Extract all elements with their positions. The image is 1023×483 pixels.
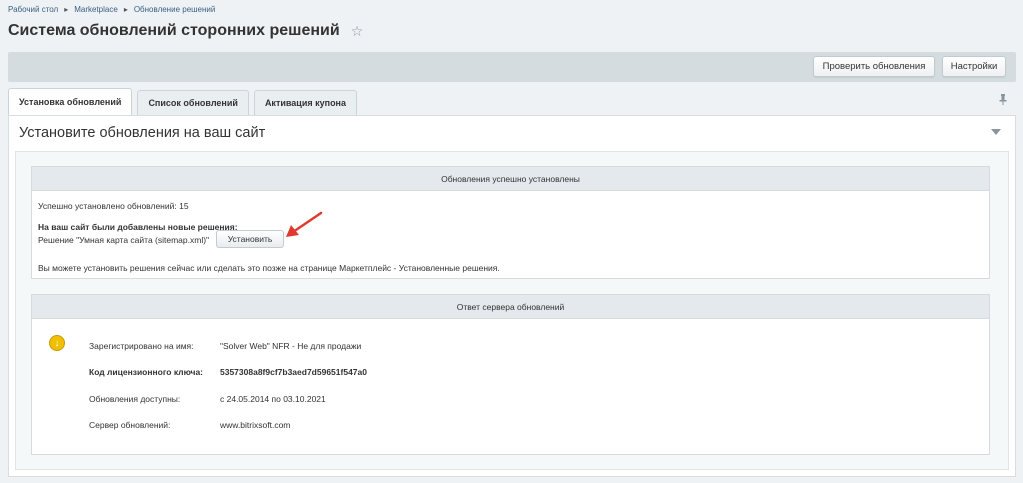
server-row-label: Зарегистрировано на имя: xyxy=(89,341,194,351)
updates-available-value: с 24.05.2014 по 03.10.2021 xyxy=(220,394,326,404)
panel-title: Установите обновления на ваш сайт xyxy=(19,125,266,141)
breadcrumb-separator-icon: ▸ xyxy=(64,5,69,14)
tab-updates-list[interactable]: Список обновлений xyxy=(137,90,249,115)
settings-button[interactable]: Настройки xyxy=(942,56,1006,77)
panel-content: Обновления успешно установлены Успешно у… xyxy=(15,151,1009,470)
tab-coupon-activation[interactable]: Активация купона xyxy=(253,90,358,115)
check-updates-button[interactable]: Проверить обновления xyxy=(813,56,935,77)
install-solution-button[interactable]: Установить xyxy=(216,230,284,248)
page-title: Система обновлений сторонних решений xyxy=(8,22,340,39)
solution-text: Решение "Умная карта сайта (sitemap.xml)… xyxy=(38,235,210,245)
breadcrumb-item-updates[interactable]: Обновление решений xyxy=(134,5,216,14)
collapse-chevron-icon[interactable] xyxy=(991,129,1001,135)
update-server-value: www.bitrixsoft.com xyxy=(220,420,291,430)
license-key-value: 5357308a8f9cf7b3aed7d59651f547a0 xyxy=(220,367,367,377)
server-info: ↓ Зарегистрировано на имя: "Solver Web" … xyxy=(32,319,989,455)
install-note: Вы можете установить решения сейчас или … xyxy=(38,263,500,273)
install-panel: Установите обновления на ваш сайт Обновл… xyxy=(8,115,1016,477)
star-icon[interactable]: ☆ xyxy=(351,23,364,40)
server-row-label: Код лицензионного ключа: xyxy=(89,367,204,377)
breadcrumb-item-desktop[interactable]: Рабочий стол xyxy=(8,5,58,14)
pin-icon[interactable] xyxy=(999,94,1007,108)
toolbar: Проверить обновления Настройки xyxy=(8,52,1016,82)
success-box: Обновления успешно установлены Успешно у… xyxy=(31,166,990,279)
breadcrumb-item-marketplace[interactable]: Marketplace xyxy=(74,5,118,14)
page-title-row: Система обновлений сторонних решений ☆ xyxy=(8,22,363,40)
tab-bar: Установка обновлений Список обновлений А… xyxy=(8,88,362,115)
registered-name-value: "Solver Web" NFR - Не для продажи xyxy=(220,341,362,351)
server-response-box: Ответ сервера обновлений ↓ Зарегистриров… xyxy=(31,294,990,455)
breadcrumb: Рабочий стол ▸ Marketplace ▸ Обновление … xyxy=(8,5,215,14)
breadcrumb-separator-icon: ▸ xyxy=(123,5,128,14)
server-row-label: Обновления доступны: xyxy=(89,394,181,404)
annotation-arrow-icon xyxy=(286,211,323,237)
warning-icon: ↓ xyxy=(49,335,65,351)
new-solutions-label: На ваш сайт были добавлены новые решения… xyxy=(38,222,238,232)
success-box-header: Обновления успешно установлены xyxy=(32,167,989,191)
server-box-header: Ответ сервера обновлений xyxy=(32,295,989,319)
tab-install-updates[interactable]: Установка обновлений xyxy=(8,88,133,115)
installed-count-text: Успешно установлено обновлений: 15 xyxy=(38,201,189,211)
server-row-label: Сервер обновлений: xyxy=(89,420,171,430)
